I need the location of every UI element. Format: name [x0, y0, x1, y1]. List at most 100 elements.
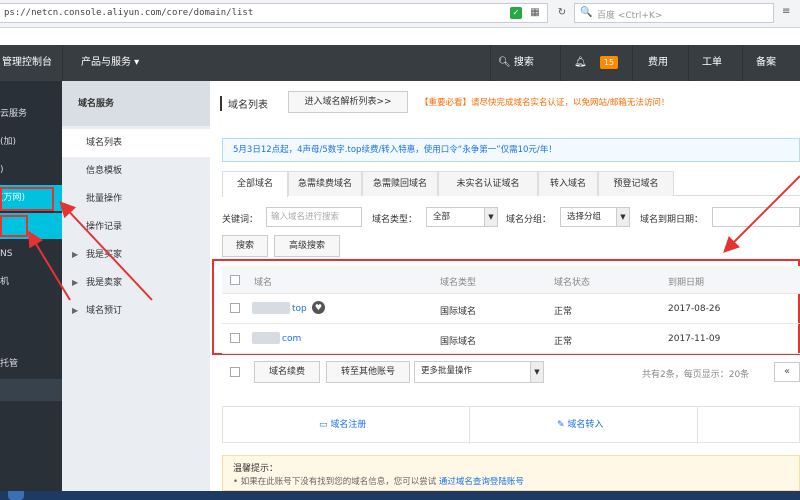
domain-link[interactable]: com [282, 334, 301, 344]
more-batch-select[interactable]: 更多批量操作 ▼ [414, 361, 544, 383]
register-label: 域名注册 [330, 420, 367, 430]
shield-icon[interactable]: ✓ [510, 7, 522, 19]
tips-text: • 如果在此账号下没有找到您的域名信息，您可以尝试 [233, 477, 437, 487]
nav-products-menu[interactable]: 产品与服务 ▾ [62, 45, 162, 81]
nav-search[interactable]: 🔍︎ 搜索 [498, 45, 534, 81]
domain-status: 正常 [554, 307, 573, 317]
subnav-item-reserve[interactable]: ▶ 域名预订 [62, 297, 210, 325]
realname-warning[interactable]: 【重要必看】请尽快完成域名实名认证，以免网站/邮箱无法访问！ [420, 96, 669, 108]
keyword-input[interactable]: 输入域名进行搜索 [266, 207, 362, 227]
tab-preregister[interactable]: 预登记域名 [598, 171, 674, 196]
type-select[interactable]: 全部 ▼ [426, 207, 498, 227]
subnav-item-oplog[interactable]: 操作记录 [62, 213, 210, 241]
annotation-box-domain-list [0, 215, 28, 237]
subnav-item-seller[interactable]: ▶ 我是卖家 [62, 269, 210, 297]
col-header-status: 域名状态 [554, 278, 591, 288]
url-text: ps://netcn.console.aliyun.com/core/domai… [4, 8, 254, 18]
redacted-domain [252, 302, 290, 314]
dns-list-button[interactable]: 进入域名解析列表>> [288, 91, 408, 113]
col-header-type: 域名类型 [440, 278, 477, 288]
tips-login-link[interactable]: 通过域名查询登陆账号 [439, 477, 524, 487]
nav-console[interactable]: 管理控制台 [0, 45, 62, 81]
register-icon: ▭ [319, 420, 331, 430]
subnav-item-buyer[interactable]: ▶ 我是买家 [62, 241, 210, 269]
caret-right-icon: ▶ [72, 306, 79, 315]
domain-link[interactable]: top [292, 304, 307, 314]
sidebar-item-dns[interactable]: NS [0, 241, 62, 267]
domain-type: 国际域名 [440, 307, 477, 317]
chevron-down-icon: ▼ [616, 208, 629, 226]
tips-title: 温馨提示： [233, 464, 279, 474]
subnav-title: 域名服务 [78, 99, 115, 109]
group-select[interactable]: 选择分组 ▼ [560, 207, 630, 227]
chevron-down-icon: ▼ [530, 362, 543, 382]
renew-button[interactable]: 域名续费 [254, 361, 320, 383]
menu-icon[interactable]: ≡ [782, 6, 796, 20]
tab-redeem-urgent[interactable]: 急需赎回域名 [362, 171, 438, 196]
nav-search-label: 搜索 [513, 57, 534, 68]
promo-banner[interactable]: 5月3日12点起，4声母/5数字.top续费/转入特惠，使用口令“永争第一”仅需… [222, 138, 800, 162]
pagination-info: 共有2条，每页显示：20条 [642, 370, 750, 380]
group-label: 域名分组： [506, 215, 552, 225]
search-icon: 🔍︎ [498, 57, 511, 68]
caret-right-icon: ▶ [72, 278, 79, 287]
nav-icp[interactable]: 备案 [756, 45, 776, 81]
tab-unverified[interactable]: 未实名认证域名 [438, 171, 538, 196]
sidebar-item-cloud-service[interactable]: 云服务 [0, 101, 62, 127]
grid-icon[interactable]: ▦ [529, 7, 541, 19]
bulk-action-bar: 域名续费 转至其他账号 更多批量操作 ▼ 共有2条，每页显示：20条 « [222, 359, 800, 385]
nav-divider [490, 45, 491, 81]
transfer-account-button[interactable]: 转至其他账号 [326, 361, 410, 383]
more-batch-value: 更多批量操作 [421, 366, 473, 376]
browser-search-box[interactable]: 🔍 百度 <Ctrl+K> [574, 3, 774, 23]
sidebar-item[interactable]: (加) [0, 129, 62, 155]
tab-all-domains[interactable]: 全部域名 [222, 171, 288, 197]
sidebar-item-host[interactable]: 机 [0, 269, 62, 295]
subnav-item-label: 我是买家 [86, 250, 123, 260]
caret-right-icon: ▶ [72, 250, 79, 259]
col-header-expiry: 到期日期 [668, 278, 705, 288]
divider [697, 407, 698, 444]
nav-fee[interactable]: 费用 [648, 45, 668, 81]
subnav-item-label: 我是卖家 [86, 278, 123, 288]
bulk-select-checkbox[interactable] [230, 367, 240, 377]
type-select-value: 全部 [433, 212, 451, 222]
row-checkbox[interactable] [230, 333, 240, 343]
pagination-prev[interactable]: « [774, 362, 800, 382]
chevron-down-icon: ▼ [484, 208, 497, 226]
transfer-in-label: 域名转入 [567, 420, 604, 430]
expire-label: 域名到期日期： [640, 215, 704, 225]
tab-renew-urgent[interactable]: 急需续费域名 [288, 171, 362, 196]
domain-expiry: 2017-08-26 [668, 304, 721, 314]
annotation-box-domain [0, 187, 54, 211]
bell-icon[interactable]: 🔔︎ [574, 45, 587, 81]
start-button[interactable] [8, 491, 24, 500]
domain-status: 正常 [554, 337, 573, 347]
expire-date-input[interactable] [712, 207, 800, 227]
reload-icon[interactable]: ↻ [556, 7, 568, 19]
search-placeholder: 百度 <Ctrl+K> [597, 11, 663, 21]
heart-icon[interactable]: ♥ [312, 301, 325, 314]
tab-transfer-in[interactable]: 转入域名 [538, 171, 598, 196]
page-title: 域名列表 [220, 96, 268, 111]
table-row: com 国际域名 正常 2017-11-09 [222, 324, 800, 354]
register-domain-link[interactable]: ▭ 域名注册 [319, 407, 366, 444]
sidebar-item-selected-bar [0, 379, 62, 401]
transfer-in-link[interactable]: ✎ 域名转入 [557, 407, 603, 444]
notification-badge[interactable]: 15 [600, 56, 618, 69]
domain-expiry: 2017-11-09 [668, 334, 721, 344]
nav-ticket[interactable]: 工单 [702, 45, 722, 81]
row-checkbox[interactable] [230, 303, 240, 313]
advanced-search-button[interactable]: 高级搜索 [274, 235, 340, 257]
subnav-item-batch[interactable]: 批量操作 [62, 185, 210, 213]
select-all-checkbox[interactable] [230, 275, 240, 285]
subnav-item-info-template[interactable]: 信息模板 [62, 157, 210, 185]
product-sidebar: 云服务 (加) ) (万网) NS 机 托管 [0, 81, 62, 491]
sidebar-item-hosting[interactable]: 托管 [0, 351, 62, 377]
sidebar-item[interactable]: ) [0, 157, 62, 183]
search-button[interactable]: 搜索 [222, 235, 268, 257]
type-label: 域名类型： [372, 215, 418, 225]
subnav-item-domain-list[interactable]: 域名列表 [62, 129, 210, 157]
os-taskbar [0, 491, 800, 500]
address-bar[interactable]: ps://netcn.console.aliyun.com/core/domai… [0, 3, 548, 23]
